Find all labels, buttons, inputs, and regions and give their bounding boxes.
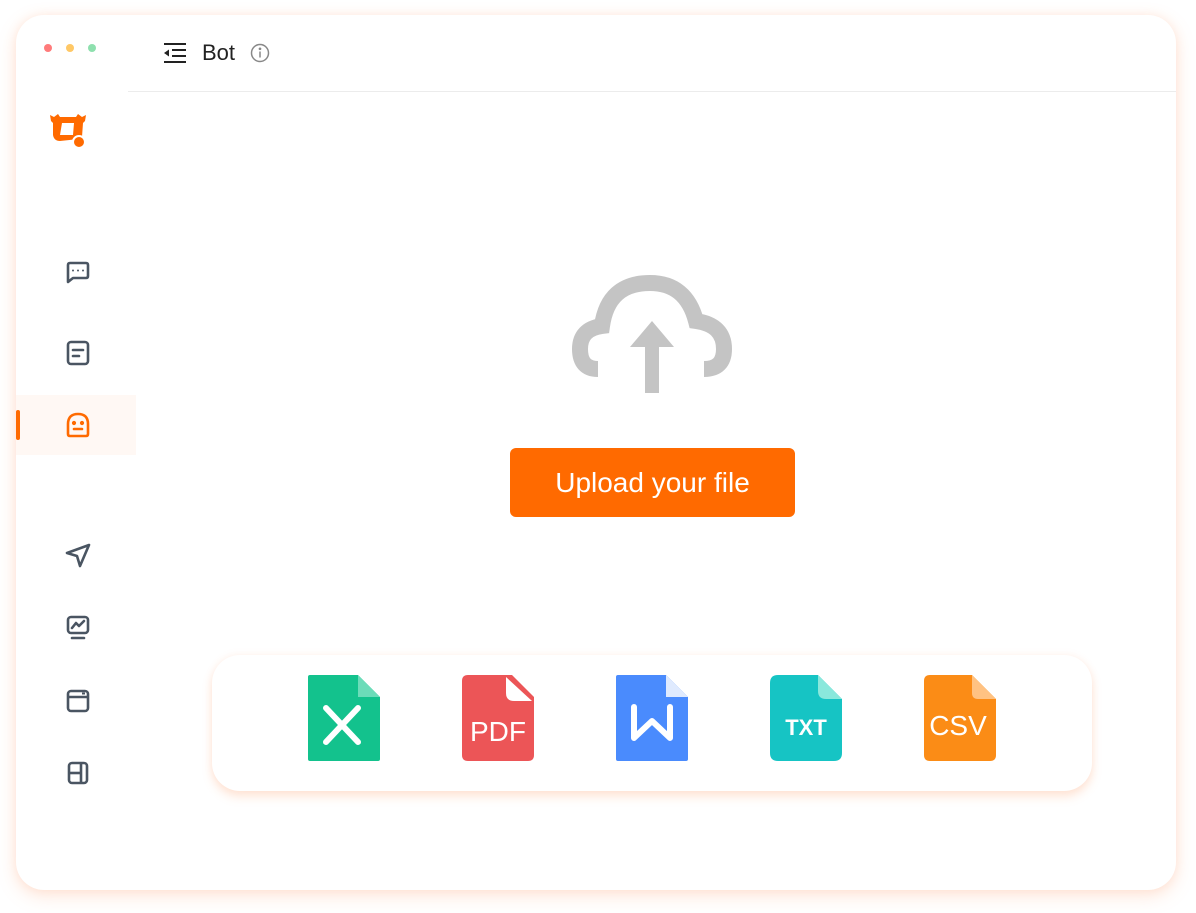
sidebar-item-bot[interactable]	[16, 395, 136, 455]
sidebar-item-chat[interactable]	[16, 243, 136, 303]
panel-layout-icon	[67, 761, 89, 785]
txt-label: TXT	[785, 715, 827, 740]
sidebar-item-window[interactable]	[16, 671, 136, 731]
sidebar-item-documents[interactable]	[16, 323, 136, 383]
app-window: Bot Upload your file PDF TXT CSV	[16, 15, 1176, 890]
pdf-label: PDF	[470, 716, 526, 747]
chat-bubble-icon	[66, 261, 90, 284]
document-icon	[66, 340, 90, 366]
sidebar-item-monitor[interactable]	[16, 598, 136, 658]
window-icon	[66, 689, 90, 713]
bull-logo-icon	[50, 114, 86, 149]
pdf-file-icon[interactable]: PDF	[462, 675, 534, 761]
word-file-icon[interactable]	[616, 675, 688, 761]
monitor-chart-icon	[66, 615, 90, 640]
txt-file-icon[interactable]: TXT	[770, 675, 842, 761]
bot-icon	[66, 412, 90, 438]
sidebar-item-layout[interactable]	[16, 743, 136, 803]
csv-file-icon[interactable]: CSV	[924, 675, 996, 761]
supported-formats-card: PDF TXT CSV	[212, 655, 1092, 791]
csv-label: CSV	[929, 710, 987, 741]
sidebar-item-send[interactable]	[16, 525, 136, 585]
info-icon[interactable]	[250, 43, 270, 63]
cloud-upload-icon	[572, 274, 732, 393]
page-title: Bot	[202, 40, 236, 65]
sidebar	[16, 15, 136, 890]
upload-file-button[interactable]: Upload your file	[510, 448, 795, 517]
header: Bot	[128, 15, 1176, 92]
menu-collapse-icon[interactable]	[162, 41, 188, 65]
send-icon	[65, 543, 91, 568]
excel-file-icon[interactable]	[308, 675, 380, 761]
